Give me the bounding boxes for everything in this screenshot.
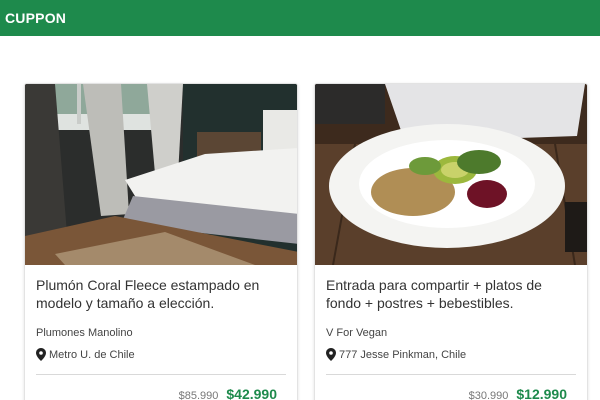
map-marker-icon (36, 348, 46, 361)
location-text: Metro U. de Chile (49, 348, 135, 361)
top-navbar: CUPPON (0, 0, 600, 36)
discounted-price: $12.990 (516, 386, 567, 400)
card-divider (326, 374, 576, 375)
merchant-name: Plumones Manolino (36, 327, 133, 339)
deal-location: 777 Jesse Pinkman, Chile (326, 348, 576, 361)
original-price: $85.990 (178, 390, 219, 400)
map-marker-icon (326, 348, 336, 361)
original-price: $30.990 (468, 390, 509, 400)
location-text: 777 Jesse Pinkman, Chile (339, 348, 467, 361)
deal-title[interactable]: Plumón Coral Fleece estampado en modelo … (36, 276, 286, 312)
deal-card[interactable]: Plumón Coral Fleece estampado en modelo … (24, 83, 298, 400)
price-row: $85.990 $42.990 (36, 386, 286, 400)
deal-image-vegan-plate[interactable] (315, 84, 587, 265)
discounted-price: $42.990 (226, 386, 277, 400)
deal-card[interactable]: Entrada para compartir + platos de fondo… (314, 83, 588, 400)
price-row: $30.990 $12.990 (326, 386, 576, 400)
brand-logo[interactable]: CUPPON (5, 10, 66, 26)
deal-location: Metro U. de Chile (36, 348, 286, 361)
merchant-name: V For Vegan (326, 327, 388, 339)
card-divider (36, 374, 286, 375)
deal-image-bedroom[interactable] (25, 84, 297, 265)
deal-title[interactable]: Entrada para compartir + platos de fondo… (326, 276, 576, 312)
